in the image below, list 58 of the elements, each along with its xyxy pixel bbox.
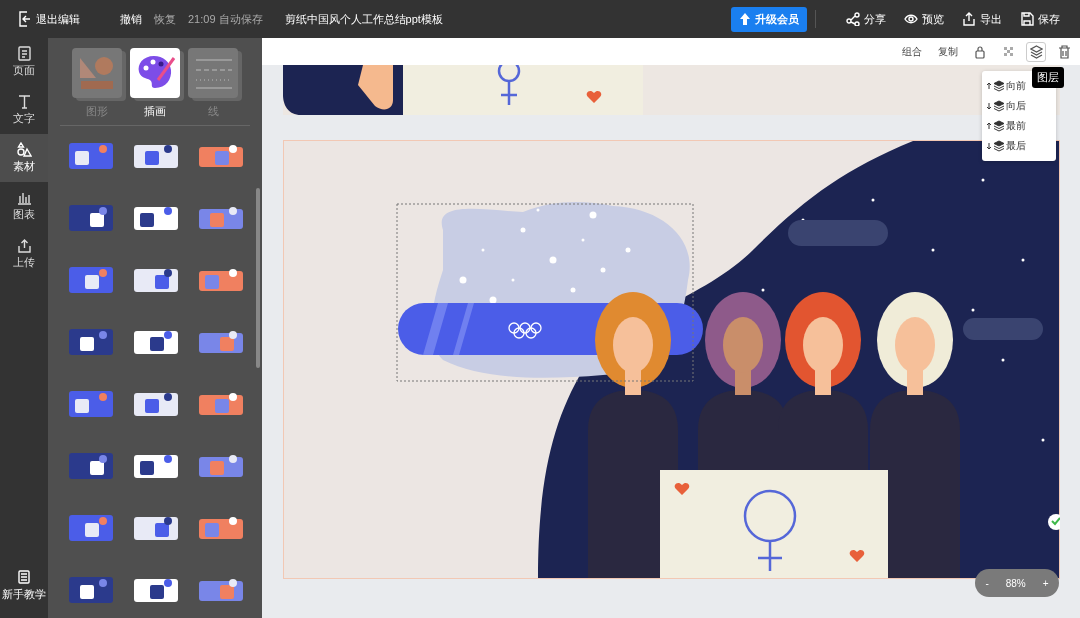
tutorial-button[interactable]: 新手教学 xyxy=(0,570,48,618)
layers-button[interactable] xyxy=(1026,41,1046,62)
shapes-icon xyxy=(16,142,32,157)
up-arrow-icon xyxy=(986,81,992,91)
layers-icon xyxy=(993,140,1005,152)
sidebar-tab[interactable]: 素材 xyxy=(0,134,48,182)
layers-icon xyxy=(993,80,1005,92)
hand-drawing xyxy=(358,65,393,110)
layers-icon xyxy=(993,100,1005,112)
scrollbar[interactable] xyxy=(256,188,260,368)
menu-item[interactable]: 向后 xyxy=(982,96,1056,116)
save-button[interactable]: 保存 xyxy=(1020,11,1060,27)
trash-icon xyxy=(1057,44,1071,59)
female-symbol-icon xyxy=(497,65,521,107)
document-title: 剪纸中国风个人工作总结ppt模板 xyxy=(284,11,443,27)
bar-chart-icon xyxy=(16,190,32,205)
up-arrow-icon xyxy=(739,12,751,26)
preview-button[interactable]: 预览 xyxy=(904,11,944,27)
document-icon xyxy=(18,570,30,584)
sidebar-tab[interactable]: 上传 xyxy=(0,230,48,278)
page-icon xyxy=(16,46,32,61)
exit-edit-button[interactable]: 退出编辑 xyxy=(18,11,80,27)
down-arrow-icon xyxy=(986,141,992,151)
tooltip: 图层 xyxy=(1032,67,1064,88)
upgrade-button[interactable]: 升级会员 xyxy=(731,6,807,32)
heart-icon xyxy=(586,90,602,103)
zoom-in-button[interactable]: + xyxy=(1038,577,1053,589)
text-icon xyxy=(16,94,32,109)
zoom-out-button[interactable]: - xyxy=(981,577,993,589)
group-button[interactable]: 组合 xyxy=(898,44,926,59)
sidebar-tab[interactable]: 页面 xyxy=(0,38,48,86)
save-icon xyxy=(1020,12,1034,26)
palette-icon xyxy=(138,56,176,88)
copy-button[interactable]: 复制 xyxy=(934,44,962,59)
lines-thumbnail-icon xyxy=(195,59,233,89)
lock-icon xyxy=(973,44,987,59)
layers-icon xyxy=(993,120,1005,132)
upload-icon xyxy=(962,12,976,26)
eye-icon xyxy=(904,12,918,26)
up-arrow-icon xyxy=(986,121,992,131)
undo-button[interactable]: 撤销 xyxy=(120,11,142,27)
shapes-thumbnail-icon xyxy=(80,57,113,89)
check-icon xyxy=(1048,514,1060,530)
share-icon xyxy=(846,12,860,26)
menu-item[interactable]: 最前 xyxy=(982,116,1056,136)
autosave-status: 21:09 自动保存 xyxy=(188,11,263,27)
share-button[interactable]: 分享 xyxy=(846,11,886,27)
exit-icon xyxy=(18,11,32,27)
sidebar-tab[interactable]: 图表 xyxy=(0,182,48,230)
selection-box[interactable] xyxy=(396,203,694,382)
sidebar-tab[interactable]: 文字 xyxy=(0,86,48,134)
menu-item[interactable]: 最后 xyxy=(982,136,1056,156)
export-button[interactable]: 导出 xyxy=(962,11,1002,27)
zoom-level: 88% xyxy=(1005,577,1026,589)
checkerboard-icon xyxy=(1001,44,1015,59)
upload-icon xyxy=(16,238,32,253)
layers-icon xyxy=(1029,44,1043,59)
down-arrow-icon xyxy=(986,101,992,111)
